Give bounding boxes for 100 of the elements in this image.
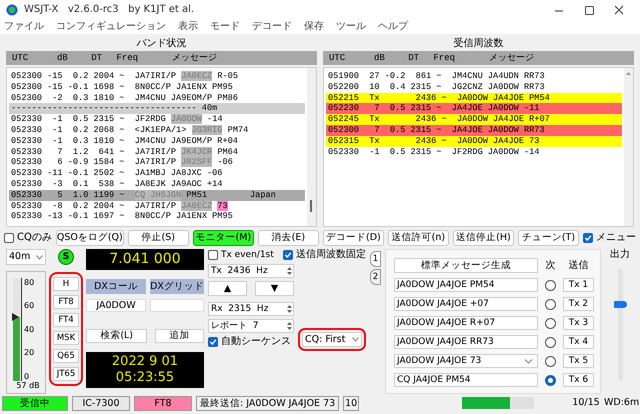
mode-button[interactable]: FT8	[53, 295, 79, 309]
menu-item[interactable]: 保存	[304, 21, 324, 33]
decode-line[interactable]: 052300 -2 0.3 1810 ~ JM4CNU JA9EOM/P PM86	[9, 92, 305, 104]
menu-item[interactable]: モード	[210, 21, 240, 33]
window-title: WSJT-X v2.6.0-rc3 by K1JT et al.	[24, 4, 194, 16]
mode-button[interactable]: Q65	[53, 349, 79, 363]
tick-label: 60	[24, 301, 34, 312]
column-header: メッセージ	[489, 52, 534, 64]
cq-mode-select[interactable]: CQ: First	[302, 332, 362, 347]
close-icon[interactable]	[613, 4, 625, 16]
column-header: UTC	[12, 52, 28, 64]
mode-button[interactable]: FT4	[53, 313, 79, 327]
tx-frequency-spinbox[interactable]: Tx 2436 Hz	[208, 264, 294, 278]
rx-frequency-spinbox[interactable]: Rx 2315 Hz	[208, 302, 294, 316]
radio-button[interactable]	[544, 318, 556, 328]
message-field[interactable]: JA0DOW JA4JOE +07	[394, 297, 538, 311]
decode-line[interactable]: 052330 -11 -0.1 2502 ~ JA1MBJ JA8JXC -06	[9, 168, 305, 179]
menu-item[interactable]: ファイル	[4, 21, 44, 33]
decode-line[interactable]: 052330 -1 0.2 2068 ~ <JK1EPA/1> JG3RIG PM74	[9, 124, 305, 136]
menu-item[interactable]: コンフィギュレーション	[56, 21, 166, 33]
radio-button[interactable]	[544, 374, 556, 386]
decode-line[interactable]: 052300 -15 0.2 2004 ~ JA7IRI/P JA0ECZ R-05	[9, 71, 305, 82]
tab[interactable]: 2	[370, 269, 381, 285]
spin-arrows-icon[interactable]	[286, 303, 293, 315]
time-text: 05:23:55	[114, 370, 176, 386]
scrollbar[interactable]	[307, 68, 316, 226]
checkbox[interactable]	[283, 250, 293, 260]
count-label: 10	[343, 396, 360, 410]
column-header: メッセージ	[172, 52, 218, 64]
tx-button[interactable]: Tx 1	[562, 278, 594, 292]
spin-arrows-icon[interactable]	[286, 265, 293, 277]
tx-button[interactable]: Tx 6	[562, 373, 594, 387]
mode-label: FT8	[134, 396, 192, 410]
message-field[interactable]: JA0DOW JA4JOE RR73	[394, 335, 538, 349]
checkbox[interactable]	[208, 250, 218, 260]
toolbar-button[interactable]: デコード(D)	[322, 230, 384, 246]
panel-title: バンド状況	[136, 36, 188, 51]
checkbox[interactable]	[208, 337, 218, 347]
radio-button[interactable]	[544, 356, 556, 366]
tx-button[interactable]: Tx 3	[562, 316, 594, 330]
checkbox-label: メニュー	[596, 232, 636, 244]
toolbar-button[interactable]: モニター(M)	[192, 230, 254, 246]
toolbar-button[interactable]: 送信停止(H)	[452, 230, 514, 246]
arrow-button[interactable]: ▼	[255, 281, 294, 296]
decode-line[interactable]: 052330 -3 0.1 538 ~ JA8EJK JA9AOC +14	[9, 178, 305, 190]
dx-call-field[interactable]: JA0DOW	[86, 299, 146, 312]
decode-line[interactable]: 052330 -1 0.3 1810 ~ JM4CNU JA9EOM/P R+04	[9, 136, 305, 147]
decode-line[interactable]: 052300 -15 -0.1 1698 ~ 8N0CC/P JA1ENX PM95	[9, 82, 305, 93]
tx-button[interactable]: Tx 2	[562, 297, 594, 311]
decode-line[interactable]: 052330 -8 0.2 2004 ~ JA7IRI/P JA0ECZ 73	[9, 200, 305, 212]
add-button[interactable]: 追加	[155, 329, 204, 343]
mode-button[interactable]: H	[53, 277, 79, 291]
toolbar-button[interactable]: QSOをログ(Q)	[56, 230, 124, 246]
column-label: 次	[544, 260, 556, 272]
message-select[interactable]: JA0DOW JA4JOE 73	[394, 354, 538, 368]
column-header: Freq	[116, 52, 138, 64]
menu-item[interactable]: 表示	[178, 21, 198, 33]
decode-line[interactable]: 052330 7 1.2 641 ~ JA7IRI/P JK4JCR PM64	[9, 146, 305, 158]
app-logo-icon	[6, 4, 18, 16]
radio-button[interactable]	[544, 298, 556, 310]
message-field[interactable]: JA0DOW JA4JOE R+07	[394, 316, 538, 330]
output-label: 出力	[610, 249, 630, 261]
checkbox[interactable]	[4, 232, 14, 242]
decode-line[interactable]: 052200 10 0.4 2315 ~ JG2CNZ JA0DOW RR73	[326, 82, 622, 93]
message-field[interactable]: CQ JA4JOE PM54	[394, 373, 538, 387]
message-field[interactable]: JA0DOW JA4JOE PM54	[394, 278, 538, 292]
maximize-icon[interactable]	[583, 4, 595, 16]
radio-button[interactable]	[544, 336, 556, 348]
dx-grid-field[interactable]	[150, 299, 204, 312]
menu-item[interactable]: ヘルプ	[378, 21, 408, 33]
panel-title: 受信周波数	[452, 36, 504, 51]
checkbox[interactable]	[582, 232, 593, 242]
slider-thumb[interactable]	[614, 300, 626, 308]
lookup-button[interactable]: 検索(L)	[86, 329, 148, 343]
band-select[interactable]: 40m	[6, 249, 46, 265]
generate-messages-button[interactable]: 標準メッセージ生成	[394, 258, 538, 273]
decode-line[interactable]: 052330 -1 0.5 2315 ~ JF2RDG JA0DOW -14	[326, 146, 622, 158]
menu-item[interactable]: ツール	[336, 21, 366, 33]
toolbar-button[interactable]: 消去(E)	[258, 230, 319, 246]
column-header: DT	[91, 52, 102, 64]
toolbar-button[interactable]: 停止(S)	[128, 230, 189, 246]
decode-line[interactable]: 052330 6 -0.9 1584 ~ JA7IRI/P JR2SFF -06	[9, 157, 305, 168]
radio-button[interactable]	[544, 280, 556, 290]
decode-line[interactable]: 052330 -1 0.5 2315 ~ JF2RDG JA0DOW -14	[9, 114, 305, 125]
mode-button[interactable]: JT65	[53, 367, 79, 381]
decode-line[interactable]: 051900 27 -0.2 861 ~ JM4CNU JA4UDN RR73	[326, 71, 622, 82]
decode-line[interactable]: 052330 -13 -0.1 1697 ~ 8N0CC/P JA1ENX PM95	[9, 211, 305, 222]
last-transmission: 最終送信: JA0DOW JA4JOE 73	[196, 396, 340, 410]
mode-button[interactable]: MSK	[53, 331, 79, 345]
report-spinbox[interactable]: レポート 7	[208, 319, 294, 333]
tx-button[interactable]: Tx 5	[562, 354, 594, 368]
toolbar-button[interactable]: 送信許可(n)	[388, 230, 449, 246]
tab[interactable]: 1	[370, 251, 381, 267]
menu-item[interactable]: デコード	[252, 21, 292, 33]
arrow-button[interactable]: ▲	[208, 281, 247, 296]
spin-arrows-icon[interactable]	[286, 320, 293, 332]
toolbar-button[interactable]: チューン(T)	[518, 230, 579, 246]
tx-button[interactable]: Tx 4	[562, 335, 594, 349]
field-label: DXグリッド	[150, 279, 204, 294]
scrollbar[interactable]	[624, 68, 633, 226]
